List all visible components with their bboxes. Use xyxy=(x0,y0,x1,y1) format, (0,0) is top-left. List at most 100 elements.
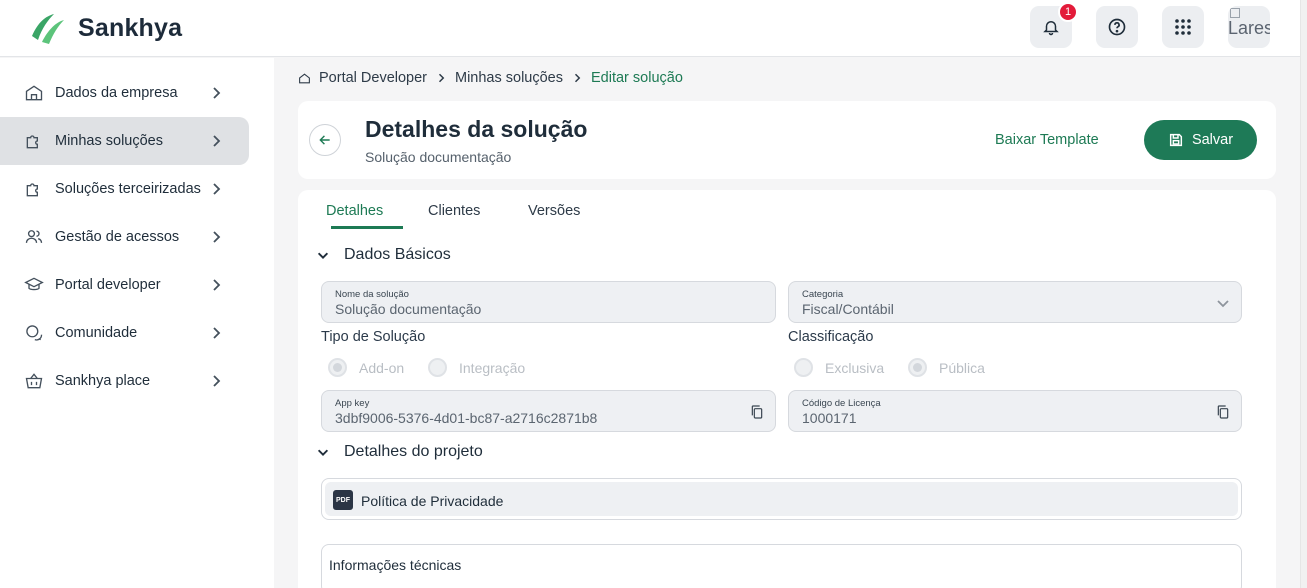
radio-label: Pública xyxy=(939,359,985,376)
floppy-disk-icon xyxy=(1169,133,1183,147)
document-row-inner: PDF Política de Privacidade xyxy=(325,482,1238,516)
sidebar-item-sankhya-place[interactable]: Sankhya place xyxy=(0,357,249,405)
categoria-select[interactable]: Categoria Fiscal/Contábil xyxy=(788,281,1242,323)
breadcrumb: Portal Developer Minhas soluções Editar … xyxy=(298,70,683,86)
grid-icon xyxy=(1175,19,1191,35)
sidebar-item-dados-empresa[interactable]: Dados da empresa xyxy=(0,69,249,117)
page-scrollbar[interactable] xyxy=(1300,0,1307,588)
save-button[interactable]: Salvar xyxy=(1144,120,1257,160)
field-label: App key xyxy=(335,398,370,409)
chevron-right-icon xyxy=(213,135,221,147)
page-header-card: Detalhes da solução Solução documentação… xyxy=(298,101,1276,179)
field-label: Nome da solução xyxy=(335,289,409,300)
home-icon[interactable] xyxy=(298,72,311,85)
radio-label: Exclusiva xyxy=(825,359,885,376)
chevron-right-icon xyxy=(213,375,221,387)
puzzle-icon xyxy=(26,135,38,149)
chevron-right-icon xyxy=(574,73,581,83)
broken-image-icon xyxy=(1230,8,1240,18)
copy-icon[interactable] xyxy=(749,403,765,421)
radio-circle xyxy=(908,358,927,377)
chevron-right-icon xyxy=(213,231,221,243)
informacoes-tecnicas-field[interactable]: Informações técnicas xyxy=(321,544,1242,588)
field-value: Fiscal/Contábil xyxy=(802,301,894,317)
app-key-field[interactable]: App key 3dbf9006-5376-4d01-bc87-a2716c28… xyxy=(321,390,776,432)
sidebar-item-label: Dados da empresa xyxy=(55,85,178,101)
graduation-cap-icon xyxy=(24,277,44,291)
radio-label: Add-on xyxy=(359,359,405,376)
section-detalhes-projeto[interactable]: Detalhes do projeto xyxy=(316,443,483,461)
section-title: Detalhes do projeto xyxy=(344,443,483,460)
download-template-link[interactable]: Baixar Template xyxy=(995,132,1099,148)
tab-detalhes[interactable]: Detalhes xyxy=(326,203,383,219)
sidebar-item-label: Sankhya place xyxy=(55,373,151,389)
tab-versoes[interactable]: Versões xyxy=(528,203,580,219)
pdf-icon: PDF xyxy=(333,490,353,510)
sidebar-item-minhas-solucoes[interactable]: Minhas soluções xyxy=(0,117,249,165)
puzzle-icon xyxy=(26,183,38,197)
sidebar-item-label: Gestão de acessos xyxy=(55,229,180,245)
chevron-right-icon xyxy=(213,87,221,99)
notifications-button[interactable]: 1 xyxy=(1030,2,1078,48)
sidebar-item-label: Minhas soluções xyxy=(55,133,163,149)
building-icon xyxy=(25,85,43,101)
radio-publica[interactable]: Pública xyxy=(908,358,985,377)
sidebar-item-portal-developer[interactable]: Portal developer xyxy=(0,261,249,309)
chevron-down-icon xyxy=(317,449,329,456)
brand-name: Sankhya xyxy=(78,13,183,42)
field-value: 3dbf9006-5376-4d01-bc87-a2716c2871b8 xyxy=(335,410,598,426)
basket-icon xyxy=(25,373,43,389)
sidebar-item-label: Portal developer xyxy=(55,277,161,293)
brand-logo[interactable]: Sankhya xyxy=(28,10,182,46)
sidebar-item-label: Comunidade xyxy=(55,325,138,341)
notification-badge: 1 xyxy=(1058,2,1078,22)
tipo-solucao-label: Tipo de Solução xyxy=(321,329,426,345)
chevron-right-icon xyxy=(213,327,221,339)
chevron-right-icon xyxy=(213,183,221,195)
top-bar: Sankhya 1 Lares xyxy=(0,0,1307,57)
radio-label: Integração xyxy=(459,359,526,376)
sidebar-item-gestao-acessos[interactable]: Gestão de acessos xyxy=(0,213,249,261)
page-title: Detalhes da solução xyxy=(365,116,588,142)
radio-integracao[interactable]: Integração xyxy=(428,358,525,377)
help-button[interactable] xyxy=(1096,6,1138,48)
field-value: 1000171 xyxy=(802,410,857,426)
back-button[interactable] xyxy=(309,124,341,156)
active-tab-indicator xyxy=(331,226,403,229)
save-button-label: Salvar xyxy=(1191,132,1234,148)
help-icon xyxy=(1108,18,1126,36)
bell-icon xyxy=(1043,21,1059,36)
sankhya-logo-icon xyxy=(32,14,64,44)
chat-bubbles-icon xyxy=(26,325,43,341)
radio-exclusiva[interactable]: Exclusiva xyxy=(794,358,884,377)
page-subtitle: Solução documentação xyxy=(365,149,512,165)
nome-solucao-field[interactable]: Nome da solução Solução documentação xyxy=(321,281,776,323)
sidebar-item-label: Soluções terceirizadas xyxy=(55,181,201,197)
sidebar-item-comunidade[interactable]: Comunidade xyxy=(0,309,249,357)
copy-icon[interactable] xyxy=(1215,403,1231,421)
radio-circle xyxy=(428,358,447,377)
details-card: Detalhes Clientes Versões Dados Básicos … xyxy=(298,190,1276,588)
breadcrumb-minhas-solucoes[interactable]: Minhas soluções xyxy=(455,70,563,86)
sidebar: Dados da empresa Minhas soluções Soluçõe… xyxy=(0,58,274,588)
document-politica-privacidade[interactable]: PDF Política de Privacidade xyxy=(321,478,1242,520)
breadcrumb-current: Editar solução xyxy=(591,70,683,86)
field-label: Código de Licença xyxy=(802,398,881,409)
chevron-right-icon xyxy=(213,279,221,291)
apps-button[interactable] xyxy=(1162,6,1204,48)
field-value: Solução documentação xyxy=(335,301,482,317)
field-label: Categoria xyxy=(802,289,844,300)
classificacao-label: Classificação xyxy=(788,329,874,345)
breadcrumb-portal-developer[interactable]: Portal Developer xyxy=(319,70,427,86)
section-dados-basicos[interactable]: Dados Básicos xyxy=(316,246,451,264)
users-icon xyxy=(25,230,43,243)
radio-circle xyxy=(328,358,347,377)
sidebar-item-solucoes-terceirizadas[interactable]: Soluções terceirizadas xyxy=(0,165,249,213)
section-title: Dados Básicos xyxy=(344,246,451,263)
chevron-down-icon xyxy=(1217,300,1229,308)
radio-add-on[interactable]: Add-on xyxy=(328,358,404,377)
tab-clientes[interactable]: Clientes xyxy=(428,203,480,219)
user-avatar[interactable]: Lares xyxy=(1228,6,1270,48)
codigo-licenca-field[interactable]: Código de Licença 1000171 xyxy=(788,390,1242,432)
arrow-left-icon xyxy=(319,135,330,145)
